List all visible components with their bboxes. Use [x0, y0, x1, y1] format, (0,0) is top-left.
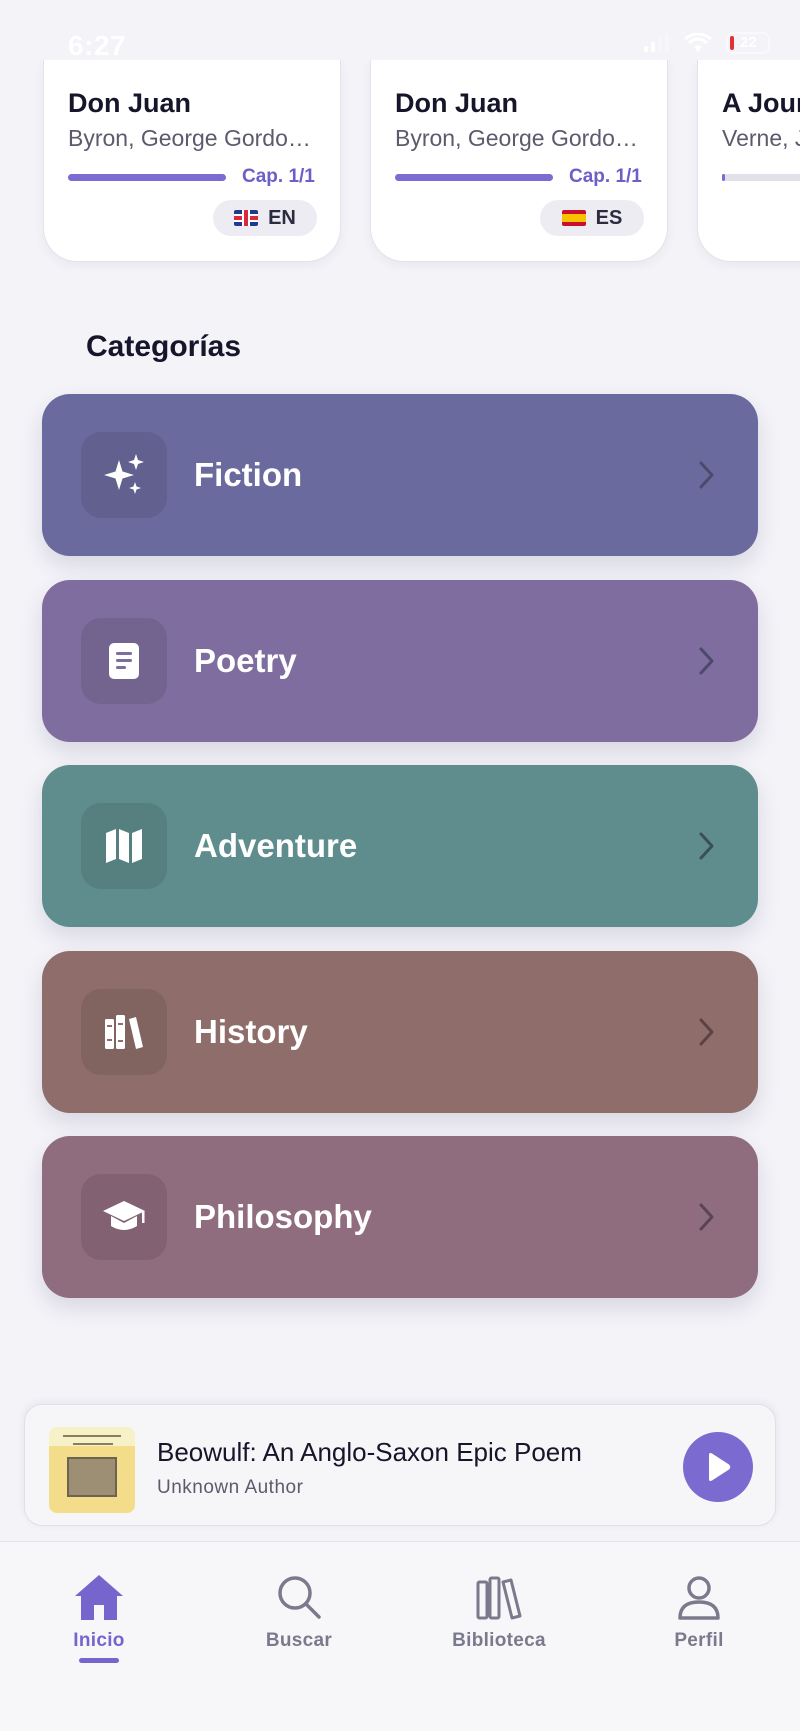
chevron-right-icon [699, 647, 714, 675]
cover-line [73, 1443, 113, 1445]
library-icon [476, 1576, 522, 1620]
search-icon [278, 1576, 321, 1619]
language-code: EN [268, 206, 296, 229]
recent-books-carousel[interactable]: Don Juan Byron, George Gordon Byron, Bar… [0, 60, 800, 270]
category-label: Fiction [194, 456, 303, 493]
progress-fill [68, 174, 226, 181]
category-fiction[interactable]: Fiction [42, 394, 758, 556]
tab-label: Biblioteca [452, 1630, 546, 1651]
wifi-icon [684, 33, 712, 52]
profile-icon [678, 1576, 720, 1620]
category-label: Poetry [194, 642, 297, 679]
play-button[interactable] [683, 1432, 753, 1502]
category-icon-box [81, 803, 167, 889]
document-icon [109, 643, 139, 679]
reading-progress-bar [395, 174, 553, 181]
player-author: Unknown Author [157, 1477, 304, 1498]
chevron-right-icon [699, 1203, 714, 1231]
chevron-right-icon [699, 461, 714, 489]
language-badge: ES [540, 200, 644, 236]
chapter-label: Cap. 1/1 [569, 166, 642, 187]
book-card[interactable]: Don Juan Byron, George Gordon Byron, Bar… [370, 60, 668, 262]
category-adventure[interactable]: Adventure [42, 765, 758, 927]
chevron-right-icon [699, 1018, 714, 1046]
book-card[interactable]: Don Juan Byron, George Gordon Byron, Bar… [43, 60, 341, 262]
home-icon [75, 1575, 123, 1620]
cover-artwork [67, 1457, 117, 1497]
language-badge: EN [213, 200, 317, 236]
language-code: ES [595, 206, 623, 229]
progress-fill [395, 174, 553, 181]
progress-fill [722, 174, 726, 181]
tab-buscar[interactable]: Buscar [219, 1572, 379, 1652]
es-flag-icon [561, 210, 586, 226]
status-time: 6:27 [68, 30, 127, 61]
book-author: Verne, Jules [722, 125, 800, 151]
book-title: Don Juan [395, 88, 519, 118]
uk-flag-icon [234, 210, 259, 226]
active-tab-indicator [79, 1658, 119, 1663]
category-label: Philosophy [194, 1198, 372, 1235]
book-author: Byron, George Gordon Byron, Baron [68, 125, 318, 151]
category-icon-box [81, 989, 167, 1075]
signal-icon [644, 34, 669, 52]
category-icon-box [81, 618, 167, 704]
reading-progress-bar [722, 174, 800, 181]
mini-player[interactable]: Beowulf: An Anglo-Saxon Epic Poem Unknow… [24, 1404, 776, 1526]
book-title: A Journey [722, 88, 800, 118]
map-icon [106, 829, 142, 863]
book-title: Don Juan [68, 88, 192, 118]
category-icon-box [81, 432, 167, 518]
play-icon [709, 1453, 731, 1481]
tab-label: Buscar [265, 1630, 333, 1651]
chevron-right-icon [699, 832, 714, 860]
cover-line [63, 1435, 121, 1437]
battery-level: 22 [740, 34, 757, 51]
category-icon-box [81, 1174, 167, 1260]
sparkles-icon [104, 454, 144, 494]
book-author: Byron, George Gordon Byron, Baron [395, 125, 645, 151]
status-icons: 22 [644, 32, 770, 54]
books-icon [105, 1015, 143, 1049]
book-card[interactable]: A Journey Verne, Jules [697, 60, 800, 262]
categories-heading: Categorías [86, 330, 242, 363]
tab-label: Inicio [73, 1630, 125, 1651]
book-cover-thumbnail [49, 1427, 135, 1513]
category-history[interactable]: History [42, 951, 758, 1113]
category-label: Adventure [194, 827, 358, 864]
chapter-label: Cap. 1/1 [242, 166, 315, 187]
category-philosophy[interactable]: Philosophy [42, 1136, 758, 1298]
graduation-cap-icon [103, 1201, 145, 1230]
tab-biblioteca[interactable]: Biblioteca [419, 1572, 579, 1652]
category-label: History [194, 1013, 308, 1050]
category-poetry[interactable]: Poetry [42, 580, 758, 742]
bottom-tab-bar: Inicio Buscar Biblioteca Perfil [0, 1541, 800, 1731]
tab-label: Perfil [674, 1630, 724, 1651]
tab-perfil[interactable]: Perfil [619, 1572, 779, 1652]
tab-inicio[interactable]: Inicio [19, 1572, 179, 1663]
battery-icon: 22 [726, 32, 770, 54]
reading-progress-bar [68, 174, 226, 181]
player-title: Beowulf: An Anglo-Saxon Epic Poem [157, 1437, 582, 1467]
